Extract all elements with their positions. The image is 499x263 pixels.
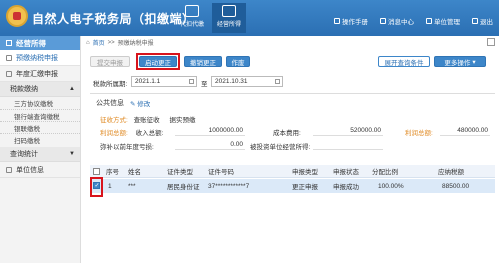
sidebar-item-annual[interactable]: 年度汇缴申报	[0, 66, 80, 82]
submit-button[interactable]: 提交申报	[90, 56, 130, 67]
chevron-up-icon: ▲	[69, 86, 75, 92]
top-links: 操作手册 消息中心 单位管理 退出	[334, 16, 493, 26]
logout-link[interactable]: 退出	[472, 16, 493, 26]
top-bar: 自然人电子税务局（扣缴端） 代扣代缴 经营所得 操作手册 消息中心 单位管理 退…	[0, 0, 499, 36]
cost-value: 520000.00	[313, 127, 383, 136]
void-button[interactable]: 作废	[226, 56, 250, 67]
bell-icon	[380, 18, 386, 24]
breadcrumb-separator: >>	[107, 39, 115, 46]
cost-label: 成本费用:	[273, 130, 301, 137]
nav-withholding-label: 代扣代缴	[179, 22, 204, 28]
document-icon	[6, 54, 12, 61]
table-icon	[185, 5, 199, 17]
investee-income-value	[313, 141, 383, 150]
col-declare-type: 申报类型	[292, 169, 318, 176]
loss-value: 0.00	[175, 141, 245, 150]
breadcrumb-current: 预缴纳税申报	[117, 41, 154, 47]
nav-withholding[interactable]: 代扣代缴	[175, 3, 209, 33]
col-index: 序号	[106, 169, 119, 176]
chevron-down-icon: ▼	[69, 151, 75, 157]
cell-id-number: 37************7	[208, 182, 250, 190]
chevron-down-icon: ▾	[472, 58, 476, 66]
message-center-link[interactable]: 消息中心	[380, 16, 414, 26]
start-correction-button[interactable]: 启动更正	[139, 56, 177, 67]
tax-bureau-logo	[6, 5, 28, 27]
cell-name: ***	[128, 182, 136, 190]
period-from-input[interactable]: 2021.1.1	[131, 76, 197, 87]
breadcrumb-home[interactable]: 首页	[93, 38, 105, 47]
cell-declare-type: 更正申报	[292, 184, 318, 191]
sidebar-sub-qrcode[interactable]: 扫码缴税	[0, 133, 80, 145]
nav-business-income-label: 经营所得	[216, 22, 241, 28]
edit-link[interactable]: ✎ 修改	[130, 98, 150, 108]
fullscreen-icon[interactable]	[487, 38, 495, 46]
nav-business-income[interactable]: 经营所得	[212, 3, 246, 33]
building-icon	[426, 18, 432, 24]
building-icon	[6, 166, 12, 173]
document-icon	[6, 70, 12, 77]
breadcrumb: ⌂ 首页 >> 预缴纳税申报	[86, 38, 154, 48]
cell-tax-payable: 88500.00	[442, 182, 470, 190]
income-total-value: 1000000.00	[175, 127, 245, 136]
home-icon: ⌂	[86, 39, 90, 46]
cell-declare-status: 申报成功	[333, 184, 359, 191]
col-ratio: 分配比例	[372, 169, 398, 176]
table-header: 序号 姓名 证件类型 证件号码 申报类型 申报状态 分配比例 应纳税额	[90, 165, 495, 178]
sidebar-group-query[interactable]: 查询统计 ▼	[0, 147, 80, 162]
col-declare-status: 申报状态	[333, 169, 359, 176]
sidebar-sub-unionpay[interactable]: 银联缴税	[0, 121, 80, 133]
loss-label: 弥补以前年度亏损:	[100, 144, 154, 151]
book-icon	[334, 18, 340, 24]
grid-icon	[6, 40, 12, 46]
briefcase-icon	[222, 5, 236, 17]
app-title: 自然人电子税务局（扣缴端）	[32, 12, 195, 26]
col-id-number: 证件号码	[208, 169, 234, 176]
public-info-panel: 公共信息 ✎ 修改 征收方式: 查账征收 据实预缴 利润总额: 收入总额: 10…	[90, 93, 495, 165]
profit-value: 480000.00	[440, 127, 490, 136]
cell-ratio: 100.00%	[378, 182, 404, 190]
investee-income-label: 被投资单位经营所得:	[250, 144, 311, 151]
period-to-label: 至	[201, 81, 208, 88]
calendar-icon	[189, 79, 194, 84]
power-icon	[472, 18, 478, 24]
profit-label: 利润总额:	[405, 130, 433, 137]
sidebar-sub-tripartite[interactable]: 三方协议缴税	[0, 97, 80, 109]
sidebar-item-unit-info[interactable]: 单位信息	[0, 162, 80, 178]
profit-total-label: 利润总额: 收入总额:	[100, 130, 164, 137]
select-all-checkbox[interactable]	[93, 168, 100, 175]
manual-link[interactable]: 操作手册	[334, 16, 368, 26]
table-row[interactable]: 1 *** 居民身份证 37************7 更正申报 申报成功 10…	[90, 179, 495, 193]
unit-manage-link[interactable]: 单位管理	[426, 16, 460, 26]
more-actions-label: 更多操作	[444, 59, 471, 67]
sidebar-heading: 经营所得	[0, 36, 80, 50]
cell-index: 1	[108, 182, 112, 190]
sidebar-item-prepay[interactable]: 预缴纳税申报	[0, 50, 80, 66]
cancel-correction-button[interactable]: 撤销更正	[184, 56, 222, 67]
col-name: 姓名	[128, 169, 141, 176]
sidebar: 经营所得 预缴纳税申报 年度汇缴申报 税款缴纳 ▲ 三方协议缴税 银行端查询缴税…	[0, 36, 81, 263]
col-tax-payable: 应纳税额	[438, 169, 464, 176]
period-to-value: 2021.10.31	[215, 78, 248, 85]
period-label: 税款所属期:	[93, 81, 128, 88]
expand-query-button[interactable]: 展开查询条件	[378, 56, 430, 67]
period-to-input[interactable]: 2021.10.31	[211, 76, 283, 87]
levy-method: 征收方式: 查账征收 据实预缴	[100, 117, 196, 124]
sidebar-sub-bank[interactable]: 银行端查询缴税	[0, 109, 80, 121]
public-info-title: 公共信息 ✎ 修改	[96, 98, 151, 108]
table-empty-area	[90, 194, 495, 254]
col-id-type: 证件类型	[167, 169, 193, 176]
sidebar-group-tax-payment[interactable]: 税款缴纳 ▲	[0, 82, 80, 97]
calendar-icon	[275, 79, 280, 84]
more-actions-button[interactable]: 更多操作 ▾	[434, 56, 486, 67]
cell-id-type: 居民身份证	[167, 184, 200, 191]
period-from-value: 2021.1.1	[135, 78, 161, 85]
